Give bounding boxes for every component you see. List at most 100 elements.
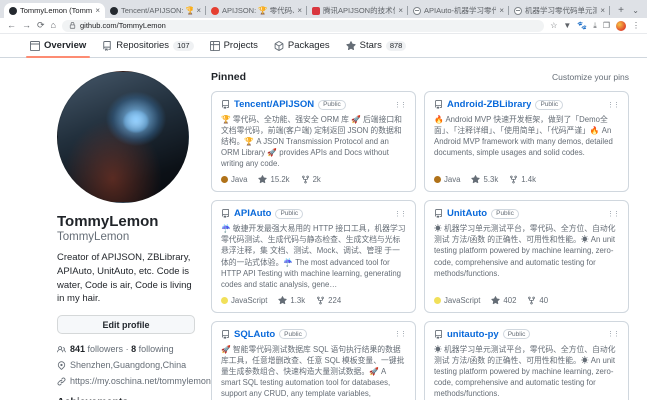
browser-menu-icon[interactable]: ⋮ — [632, 22, 640, 30]
nav-tab-projects[interactable]: Projects — [210, 34, 258, 57]
location-icon — [57, 361, 66, 370]
star-count[interactable]: 5.3k — [471, 175, 498, 184]
home-icon[interactable]: ⌂ — [51, 21, 56, 30]
profile-name: TommyLemon — [57, 213, 195, 231]
fork-icon — [301, 175, 310, 184]
repo-language: JavaScript — [221, 296, 267, 305]
card-footer: JavaScript 1.3k 224 — [221, 296, 406, 305]
tab-separator — [609, 6, 610, 15]
language-dot — [434, 297, 441, 304]
profile-bio: Creator of APIJSON, ZBLibrary, APIAuto, … — [57, 251, 195, 306]
location-row: Shenzhen,Guangdong,China — [57, 360, 195, 370]
card-header: UnitAutoPublic⋮⋮ — [434, 208, 619, 219]
drag-grip-icon[interactable]: ⋮⋮ — [394, 101, 406, 109]
edit-profile-button[interactable]: Edit profile — [57, 315, 195, 334]
new-tab-button[interactable]: + — [614, 3, 628, 17]
fork-value: 224 — [328, 296, 341, 305]
achievements-title: Achievements — [57, 396, 195, 400]
browser-tab-2[interactable]: APIJSON: 🏆 零代码、全功能× — [206, 3, 307, 18]
star-value: 15.2k — [270, 175, 289, 184]
language-name: Java — [231, 175, 247, 184]
fork-count[interactable]: 40 — [527, 296, 548, 305]
browser-tab-strip: TommyLemon (TommyLemon)×Tencent/APIJSON:… — [0, 0, 647, 18]
repo-link[interactable]: unitauto-py — [447, 329, 499, 340]
repo-description: ☀ 机器学习单元测试平台，零代码、全方位、自动化 测试 方法/函数 的正确性、可… — [434, 344, 619, 399]
repo-description: 🚀 智能零代码测试数据库 SQL 语句执行结果的数据库工具，任意增删改查、任意 … — [221, 344, 406, 400]
repo-language: Java — [434, 175, 460, 184]
language-name: JavaScript — [444, 296, 480, 305]
customize-pins-link[interactable]: Customize your pins — [552, 72, 629, 82]
ext-download-icon[interactable]: ⤓ — [593, 22, 597, 30]
people-icon — [57, 345, 66, 354]
nav-tab-repositories[interactable]: Repositories 107 — [102, 34, 193, 57]
public-badge: Public — [318, 100, 346, 110]
browser-tab-1[interactable]: Tencent/APIJSON: 🏆 零代码× — [105, 3, 206, 18]
reload-icon[interactable]: ⟳ — [37, 21, 45, 30]
tab-close-icon[interactable]: × — [600, 6, 605, 15]
bookmark-star-icon[interactable]: ☆ — [550, 22, 557, 30]
tab-close-icon[interactable]: × — [499, 6, 504, 15]
ext-paw-icon[interactable]: 🐾 — [577, 22, 587, 30]
package-icon — [274, 41, 284, 51]
nav-tab-overview[interactable]: Overview — [30, 34, 86, 57]
fork-value: 2k — [313, 175, 321, 184]
back-icon[interactable]: ← — [7, 21, 16, 30]
tab-close-icon[interactable]: × — [398, 6, 403, 15]
drag-grip-icon[interactable]: ⋮⋮ — [394, 330, 406, 338]
nav-tab-counter: 107 — [173, 41, 194, 51]
drag-grip-icon[interactable]: ⋮⋮ — [607, 330, 619, 338]
browser-tab-4[interactable]: APIAuto-机器学习零代码接口测试× — [408, 3, 509, 18]
card-footer: Java 5.3k 1.4k — [434, 175, 619, 184]
nav-tab-stars[interactable]: Stars878 — [346, 34, 407, 57]
fork-count[interactable]: 2k — [301, 175, 321, 184]
tab-list-chevron-icon[interactable]: ⌄ — [632, 6, 639, 15]
website-row[interactable]: https://my.oschina.net/tommylemon — [57, 376, 195, 386]
pinned-card-5: unitauto-pyPublic⋮⋮☀ 机器学习单元测试平台，零代码、全方位、… — [424, 321, 629, 400]
repo-language: Java — [221, 175, 247, 184]
nav-tab-packages[interactable]: Packages — [274, 34, 330, 57]
star-value: 402 — [503, 296, 516, 305]
ext-window-icon[interactable]: ❐ — [603, 22, 610, 30]
fork-count[interactable]: 224 — [316, 296, 341, 305]
page-content: TommyLemon TommyLemon Creator of APIJSON… — [0, 58, 647, 400]
browser-tab-3[interactable]: 腾讯APIJSON的技术优势× — [307, 3, 408, 18]
ext-v-icon[interactable]: ▼ — [563, 22, 571, 30]
star-icon — [471, 175, 480, 184]
address-bar[interactable]: github.com/TommyLemon — [62, 20, 544, 32]
drag-grip-icon[interactable]: ⋮⋮ — [394, 210, 406, 218]
star-icon — [346, 41, 356, 51]
repo-link[interactable]: Tencent/APIJSON — [234, 99, 314, 110]
profile-login: TommyLemon — [57, 231, 195, 243]
tab-close-icon[interactable]: × — [95, 6, 100, 15]
browser-profile-avatar[interactable] — [616, 21, 626, 31]
repo-link[interactable]: SQLAuto — [234, 329, 275, 340]
tab-title: APIAuto-机器学习零代码接口测试 — [424, 5, 496, 16]
browser-tab-0[interactable]: TommyLemon (TommyLemon)× — [4, 3, 105, 18]
link-icon — [57, 377, 66, 386]
tab-close-icon[interactable]: × — [196, 6, 201, 15]
github-favicon — [9, 7, 17, 15]
repo-link[interactable]: APIAuto — [234, 208, 271, 219]
repo-link[interactable]: Android-ZBLibrary — [447, 99, 531, 110]
tab-title: TommyLemon (TommyLemon) — [20, 6, 92, 15]
language-name: JavaScript — [231, 296, 267, 305]
star-icon — [278, 296, 287, 305]
fork-count[interactable]: 1.4k — [509, 175, 536, 184]
overview-icon — [30, 41, 40, 51]
star-count[interactable]: 15.2k — [258, 175, 289, 184]
repo-link[interactable]: UnitAuto — [447, 208, 487, 219]
browser-tab-5[interactable]: 机器学习零代码单元测试平台× — [509, 3, 610, 18]
star-count[interactable]: 402 — [491, 296, 516, 305]
drag-grip-icon[interactable]: ⋮⋮ — [607, 210, 619, 218]
website-link[interactable]: https://my.oschina.net/tommylemon — [70, 376, 211, 386]
globe-favicon — [514, 7, 522, 15]
followers-row[interactable]: 841 followers · 8 following — [57, 344, 195, 354]
star-count[interactable]: 1.3k — [278, 296, 305, 305]
nav-tab-label: Repositories — [116, 40, 169, 51]
forward-icon[interactable]: → — [22, 21, 31, 30]
pinned-card-4: SQLAutoPublic⋮⋮🚀 智能零代码测试数据库 SQL 语句执行结果的数… — [211, 321, 416, 400]
github-favicon — [110, 7, 118, 15]
profile-avatar[interactable] — [57, 71, 189, 203]
tab-close-icon[interactable]: × — [297, 6, 302, 15]
drag-grip-icon[interactable]: ⋮⋮ — [607, 101, 619, 109]
